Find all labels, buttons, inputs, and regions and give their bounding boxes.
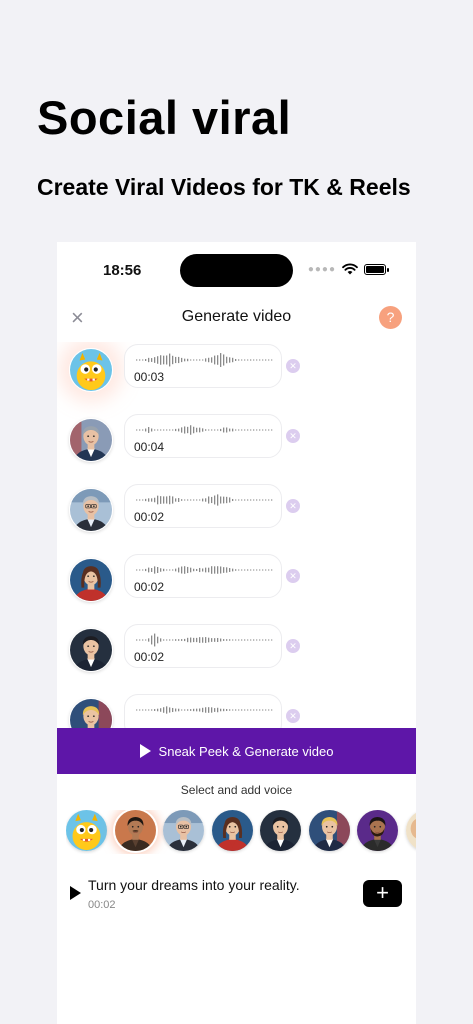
dynamic-island xyxy=(180,254,293,287)
status-time: 18:56 xyxy=(103,262,142,279)
remove-clip-icon[interactable]: ✕ xyxy=(286,429,300,443)
hero-title: Social viral xyxy=(37,91,292,144)
voice-option-man-blond-avatar[interactable] xyxy=(308,810,350,851)
remove-clip-icon[interactable]: ✕ xyxy=(286,709,300,723)
voice-picker[interactable] xyxy=(66,810,416,854)
waveform-icon xyxy=(136,425,273,435)
waveform-icon xyxy=(136,633,273,647)
remove-clip-icon[interactable]: ✕ xyxy=(286,569,300,583)
voice-option-cartoon-monster-avatar[interactable] xyxy=(66,810,107,851)
remove-clip-icon[interactable]: ✕ xyxy=(286,639,300,653)
preview-text: Turn your dreams into your reality. xyxy=(88,877,300,893)
remove-clip-icon[interactable]: ✕ xyxy=(286,359,300,373)
clip-row[interactable]: ✕ xyxy=(57,694,416,728)
clip-row[interactable]: 00:03 ✕ xyxy=(57,344,416,398)
page-title: Generate video xyxy=(181,308,292,325)
audio-clip[interactable]: 00:02 xyxy=(124,624,282,668)
play-icon xyxy=(139,744,151,758)
nav-bar: × Generate video ? xyxy=(57,302,416,334)
clip-row[interactable]: 00:02 ✕ xyxy=(57,624,416,678)
man-blond-avatar xyxy=(69,698,113,728)
phone-screen: 18:56 ●●●● × Generate video ? 00:03 ✕ 00:0… xyxy=(57,242,416,1024)
man-dark-hair-avatar xyxy=(69,628,113,672)
status-bar: 18:56 ●●●● xyxy=(57,242,416,302)
hero-subtitle: Create Viral Videos for TK & Reels xyxy=(37,174,411,200)
audio-clip[interactable]: 00:02 xyxy=(124,484,282,528)
waveform-icon xyxy=(136,494,273,506)
man-glasses-avatar xyxy=(69,488,113,532)
voice-option-man-dark-hair-avatar[interactable] xyxy=(260,810,301,851)
help-icon[interactable]: ? xyxy=(379,306,402,329)
waveform-icon xyxy=(136,706,273,714)
voice-picker-label: Select and add voice xyxy=(180,783,293,797)
clip-row[interactable]: 00:04 ✕ xyxy=(57,414,416,468)
voice-preview: Turn your dreams into your reality. 00:0… xyxy=(57,872,416,922)
add-voice-button[interactable]: + xyxy=(363,880,402,907)
generate-button-label: Sneak Peek & Generate video xyxy=(158,743,334,759)
voice-option-man-mustache-avatar[interactable] xyxy=(114,810,156,851)
voice-option-man-beard-avatar[interactable] xyxy=(357,810,398,851)
man-dark-suit-avatar xyxy=(69,418,113,462)
clip-duration: 00:02 xyxy=(134,510,165,524)
status-icons: ●●●● xyxy=(307,263,389,275)
remove-clip-icon[interactable]: ✕ xyxy=(286,499,300,513)
battery-icon xyxy=(364,263,389,275)
cartoon-monster-avatar xyxy=(69,348,113,392)
audio-clip[interactable] xyxy=(124,694,282,728)
wifi-icon xyxy=(342,263,358,275)
waveform-icon xyxy=(136,353,273,367)
clip-duration: 00:03 xyxy=(134,370,165,384)
audio-clip[interactable]: 00:04 xyxy=(124,414,282,458)
clip-row[interactable]: 00:02 ✕ xyxy=(57,484,416,538)
audio-clip[interactable]: 00:03 xyxy=(124,344,282,388)
cellular-dots-icon: ●●●● xyxy=(307,263,336,275)
waveform-icon xyxy=(136,566,273,574)
woman-red-avatar xyxy=(69,558,113,602)
preview-play-icon[interactable] xyxy=(70,886,81,900)
clip-duration: 00:04 xyxy=(134,440,165,454)
clip-list[interactable]: 00:03 ✕ 00:04 ✕ 00:02 ✕ 00:02 ✕ 00:02 ✕ ✕ xyxy=(57,342,416,728)
generate-button[interactable]: Sneak Peek & Generate video xyxy=(57,728,416,774)
voice-option-man-glasses-avatar[interactable] xyxy=(163,810,204,851)
audio-clip[interactable]: 00:02 xyxy=(124,554,282,598)
clip-duration: 00:02 xyxy=(134,580,165,594)
clip-duration: 00:02 xyxy=(134,650,165,664)
preview-duration: 00:02 xyxy=(88,899,116,911)
clip-row[interactable]: 00:02 ✕ xyxy=(57,554,416,608)
voice-option-partial-avatar[interactable] xyxy=(405,810,416,851)
voice-option-woman-red-avatar[interactable] xyxy=(211,810,253,851)
